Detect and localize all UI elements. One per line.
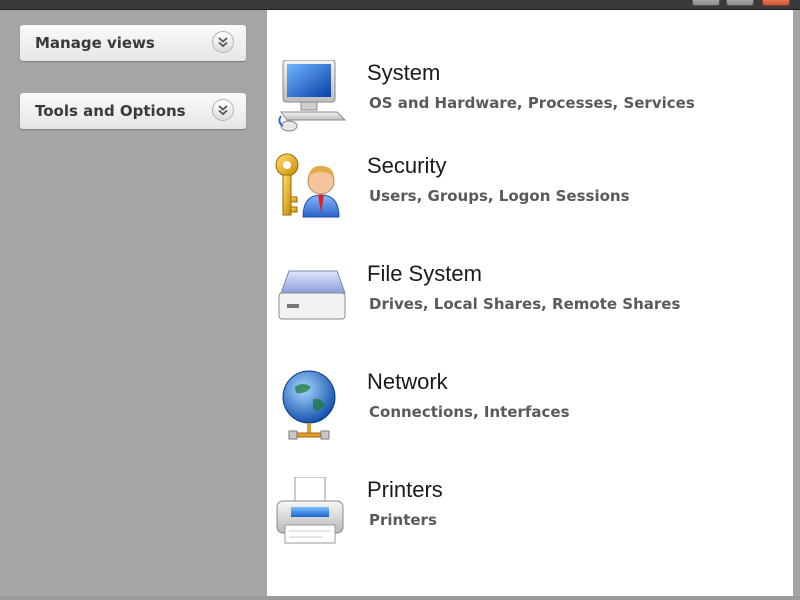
maximize-button[interactable]	[726, 0, 754, 6]
category-subtitle: OS and Hardware, Processes, Services	[369, 94, 695, 112]
globe-network-icon	[282, 370, 336, 440]
chevron-double-down-icon[interactable]	[212, 31, 234, 53]
computer-icon	[278, 60, 347, 132]
category-printers[interactable]: Printers Printers	[273, 477, 773, 557]
drive-icon	[278, 270, 346, 320]
main-content: System OS and Hardware, Processes, Servi…	[267, 10, 793, 598]
key-user-icon	[275, 153, 340, 218]
manage-views-panel-header[interactable]: Manage views	[20, 25, 246, 61]
category-title: Network	[367, 369, 448, 394]
category-title: File System	[367, 261, 482, 286]
category-subtitle: Connections, Interfaces	[369, 403, 570, 421]
printer-icon	[276, 477, 344, 544]
category-title: Security	[367, 153, 447, 178]
window-right-border	[793, 10, 800, 600]
category-subtitle: Drives, Local Shares, Remote Shares	[369, 295, 681, 313]
sidebar: Manage views Tools and Options	[0, 10, 267, 598]
tools-and-options-label: Tools and Options	[35, 102, 186, 120]
category-file-system[interactable]: File System Drives, Local Shares, Remote…	[273, 261, 773, 341]
category-system[interactable]: System OS and Hardware, Processes, Servi…	[273, 60, 773, 140]
category-subtitle: Users, Groups, Logon Sessions	[369, 187, 630, 205]
category-title: Printers	[367, 477, 443, 502]
category-title: System	[367, 60, 441, 85]
category-subtitle: Printers	[369, 511, 437, 529]
tools-and-options-panel-header[interactable]: Tools and Options	[20, 93, 246, 129]
window-bottom-border	[0, 596, 800, 600]
category-network[interactable]: Network Connections, Interfaces	[273, 369, 773, 449]
category-security[interactable]: Security Users, Groups, Logon Sessions	[273, 153, 773, 233]
window-titlebar	[0, 0, 800, 10]
minimize-button[interactable]	[692, 0, 720, 6]
chevron-double-down-icon[interactable]	[212, 99, 234, 121]
manage-views-label: Manage views	[35, 34, 155, 52]
close-button[interactable]	[762, 0, 790, 6]
